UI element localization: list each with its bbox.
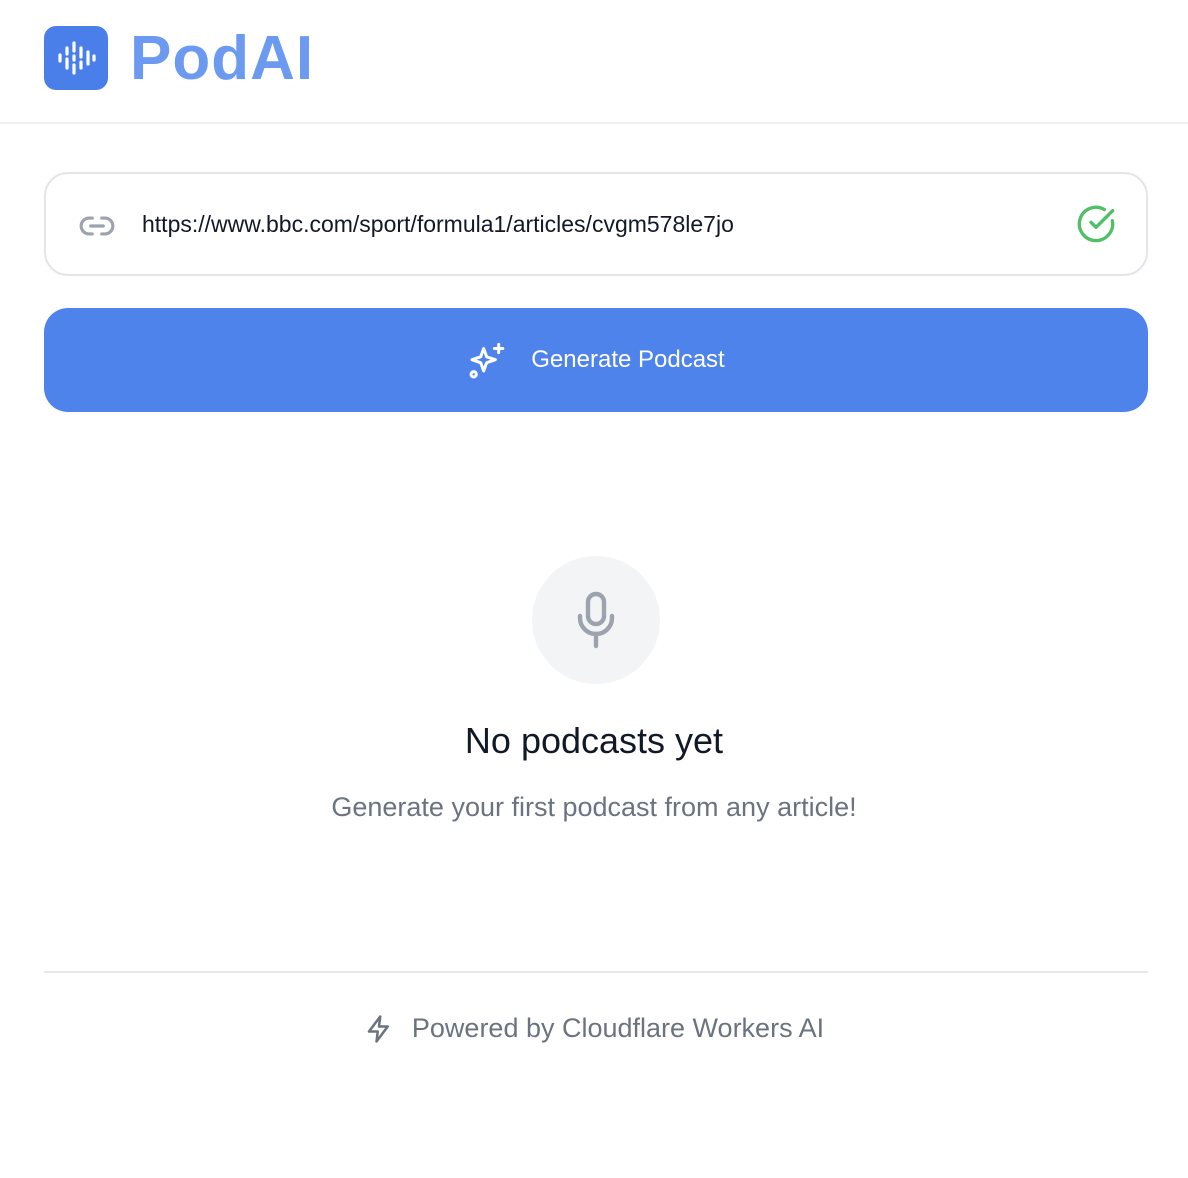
empty-state-title: No podcasts yet (464, 720, 724, 761)
app-header: PodAI (0, 0, 1188, 124)
url-input[interactable] (142, 204, 1042, 244)
empty-state-icon-circle (532, 556, 660, 684)
generate-button-label: Generate Podcast (531, 346, 725, 373)
bolt-icon (367, 1015, 389, 1043)
footer-divider (44, 971, 1148, 973)
footer-text: Powered by Cloudflare Workers AI (411, 1012, 825, 1043)
generate-podcast-button[interactable]: Generate Podcast (44, 308, 1148, 412)
microphone-icon (577, 591, 615, 649)
footer: Powered by Cloudflare Workers AI (0, 1008, 1188, 1048)
empty-state-subtitle: Generate your first podcast from any art… (331, 792, 857, 822)
check-circle-icon (1077, 205, 1115, 243)
audio-waveform-icon (58, 41, 96, 75)
sparkles-icon (469, 342, 505, 379)
url-field[interactable] (44, 172, 1148, 276)
brand-name: PodAI (130, 23, 315, 93)
link-icon (79, 216, 115, 236)
logo[interactable] (44, 26, 108, 90)
